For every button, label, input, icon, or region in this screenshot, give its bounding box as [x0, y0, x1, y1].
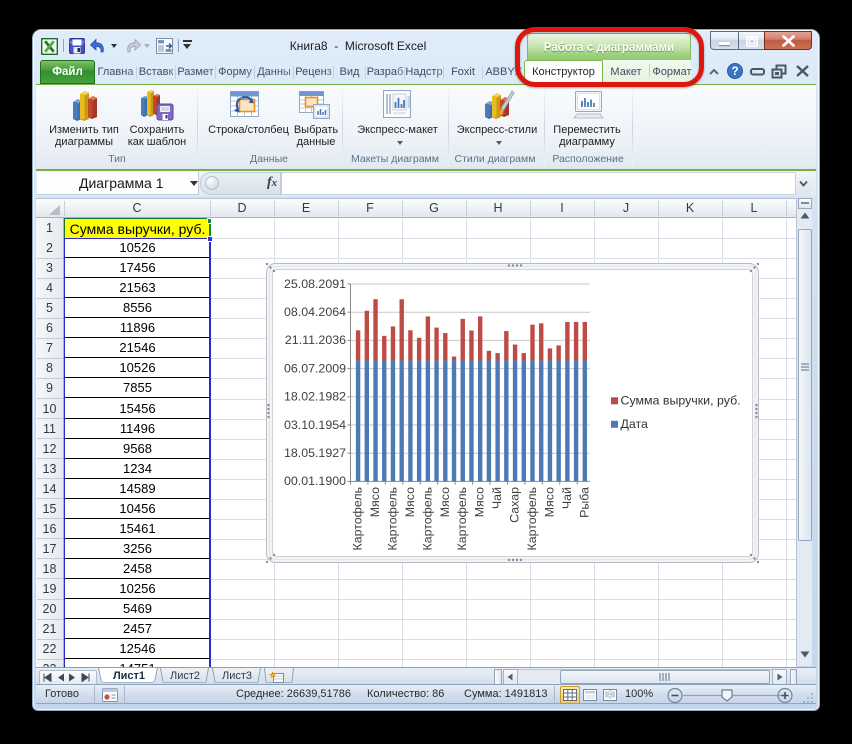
svg-text:08.04.2064: 08.04.2064 [284, 305, 346, 319]
svg-text:Мясо: Мясо [542, 487, 556, 517]
svg-text:00.01.1900: 00.01.1900 [284, 474, 346, 488]
svg-text:Картофель: Картофель [455, 487, 469, 551]
svg-text:Чай: Чай [560, 487, 574, 509]
svg-text:Мясо: Мясо [403, 487, 417, 517]
svg-text:21.11.2036: 21.11.2036 [285, 333, 346, 347]
svg-text:Картофель: Картофель [385, 487, 399, 551]
svg-text:Картофель: Картофель [351, 487, 365, 551]
svg-text:03.10.1954: 03.10.1954 [284, 418, 346, 432]
svg-text:Картофель: Картофель [420, 487, 434, 551]
svg-text:Мясо: Мясо [368, 487, 382, 517]
svg-text:06.07.2009: 06.07.2009 [284, 361, 346, 375]
svg-text:Чай: Чай [490, 487, 504, 509]
svg-text:?: ? [731, 66, 738, 78]
svg-text:Сахар: Сахар [508, 487, 522, 523]
svg-text:Рыба: Рыба [577, 487, 591, 518]
svg-text:18.05.1927: 18.05.1927 [284, 446, 346, 460]
svg-text:Сумма выручки, руб.: Сумма выручки, руб. [621, 393, 741, 407]
svg-text:Картофель: Картофель [525, 487, 539, 551]
svg-text:25.08.2091: 25.08.2091 [284, 277, 346, 291]
svg-text:Мясо: Мясо [473, 487, 487, 517]
svg-text:Мясо: Мясо [438, 487, 452, 517]
svg-text:18.02.1982: 18.02.1982 [284, 390, 346, 404]
svg-text:Дата: Дата [621, 417, 649, 431]
